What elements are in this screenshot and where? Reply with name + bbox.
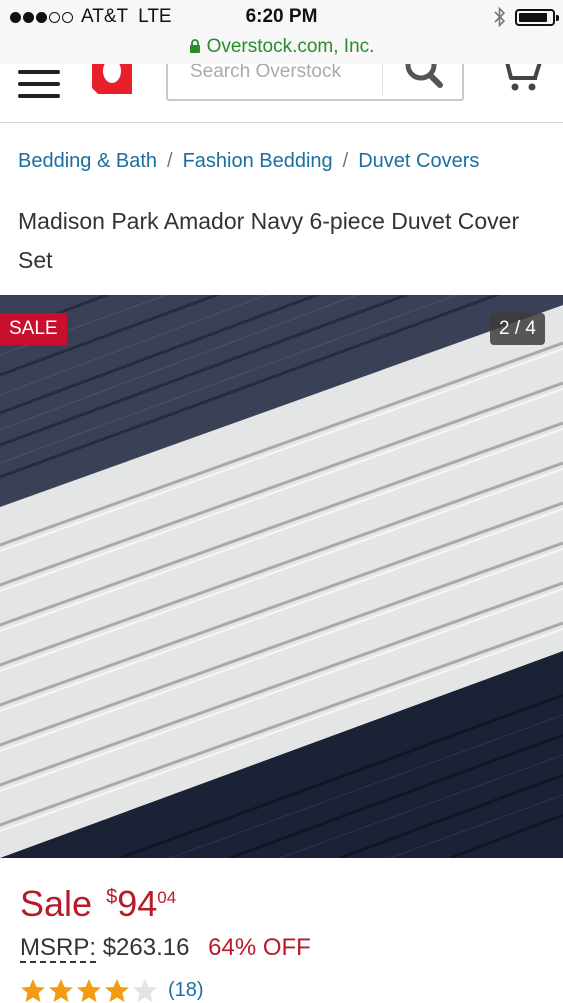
msrp-value: $263.16 (102, 934, 190, 961)
url-bar[interactable]: Overstock.com, Inc. (0, 36, 563, 58)
cart-icon[interactable] (497, 64, 543, 94)
image-counter: 2 / 4 (490, 313, 545, 345)
breadcrumb-bedding-bath[interactable]: Bedding & Bath (18, 150, 157, 172)
star-filled-icon (49, 979, 73, 1002)
breadcrumb-separator: / (342, 150, 349, 172)
msrp-label[interactable]: MSRP: (20, 934, 97, 963)
search-icon[interactable] (402, 64, 446, 92)
price-cents: 04 (157, 888, 177, 907)
currency-symbol: $ (106, 886, 118, 908)
status-bar: AT&T LTE 6:20 PM Overstock.com, Inc. (0, 0, 563, 64)
star-filled-icon (77, 979, 101, 1002)
star-empty-icon (133, 979, 157, 1002)
review-count[interactable]: (18) (168, 979, 204, 1002)
product-rating[interactable]: (18) (20, 978, 204, 1003)
breadcrumb: Bedding & Bath / Fashion Bedding / Duvet Cov… (18, 150, 479, 173)
product-image[interactable] (0, 295, 563, 858)
discount-percent: 64% OFF (208, 934, 311, 961)
price-dollars: 94 (117, 883, 158, 924)
breadcrumb-duvet-covers[interactable]: Duvet Covers (358, 150, 479, 172)
search-input[interactable] (188, 64, 382, 84)
breadcrumb-fashion-bedding[interactable]: Fashion Bedding (183, 150, 333, 172)
sale-badge: SALE (0, 313, 67, 345)
battery-icon (515, 8, 559, 26)
product-image-gallery[interactable]: SALE 2 / 4 (0, 295, 563, 858)
bluetooth-icon (494, 6, 506, 28)
search-divider (382, 64, 383, 95)
status-right (493, 6, 559, 28)
menu-icon[interactable] (18, 70, 60, 106)
breadcrumb-separator: / (167, 150, 173, 172)
overstock-logo[interactable] (88, 64, 136, 98)
msrp-row: MSRP: $263.16 64% OFF (20, 930, 311, 966)
rating-stars (20, 978, 158, 1003)
site-header (0, 64, 563, 123)
lock-icon (189, 39, 200, 53)
search-box[interactable] (166, 64, 464, 101)
sale-price: Sale $ 94 04 (20, 880, 176, 928)
star-filled-icon (21, 979, 45, 1002)
product-title: Madison Park Amador Navy 6-piece Duvet C… (18, 208, 520, 273)
url-text: Overstock.com, Inc. (206, 36, 375, 57)
sale-label: Sale (20, 883, 93, 924)
star-filled-icon (105, 979, 129, 1002)
status-time: 6:20 PM (245, 6, 318, 27)
